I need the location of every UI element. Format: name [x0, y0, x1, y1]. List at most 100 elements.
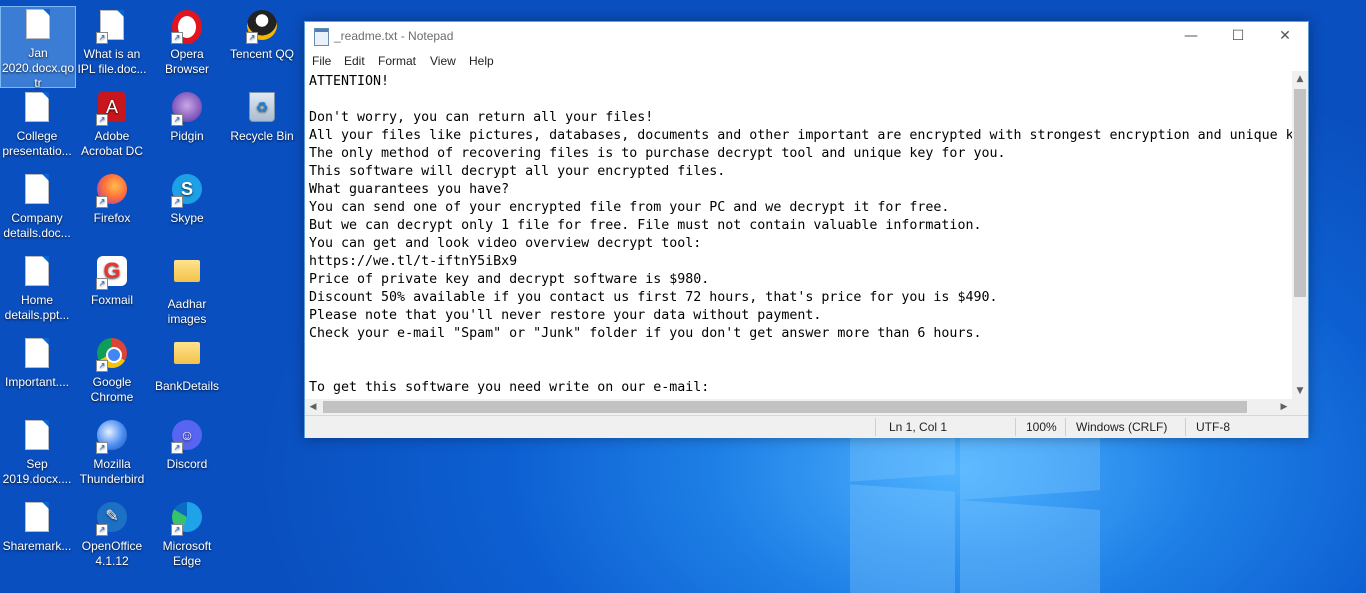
- desktop-icon-label: Microsoft Edge: [162, 539, 212, 568]
- desktop-icon-college-presentation[interactable]: College presentatio...: [0, 90, 74, 170]
- desktop-icon-discord[interactable]: ☺ ↗ Discord: [150, 418, 224, 498]
- shortcut-arrow-icon: ↗: [171, 524, 183, 536]
- scroll-left-arrow-icon[interactable]: ◀: [305, 399, 321, 415]
- shortcut-arrow-icon: ↗: [171, 442, 183, 454]
- line-ending: Windows (CRLF): [1076, 420, 1168, 434]
- desktop-icon-sharemark[interactable]: Sharemark...: [0, 500, 74, 580]
- document-icon: [26, 9, 50, 39]
- desktop-icon-recycle-bin[interactable]: ♻ Recycle Bin: [225, 90, 299, 170]
- desktop-icon-foxmail[interactable]: G ↗ Foxmail: [75, 254, 149, 334]
- desktop-icon-label: Google Chrome: [90, 375, 134, 404]
- desktop-icon-label: Discord: [166, 457, 208, 471]
- status-divider: [1015, 418, 1016, 436]
- vertical-scroll-thumb[interactable]: [1294, 89, 1306, 297]
- desktop-icon-sep-2019[interactable]: Sep 2019.docx....: [0, 418, 74, 498]
- notepad-window[interactable]: _readme.txt - Notepad — ☐ ✕ File Edit Fo…: [304, 21, 1309, 438]
- desktop-icon-mozilla-thunderbird[interactable]: ↗ Mozilla Thunderbird: [75, 418, 149, 498]
- desktop-icon-label: Opera Browser: [164, 47, 209, 76]
- desktop-icon-label: Recycle Bin: [230, 129, 294, 143]
- cursor-position: Ln 1, Col 1: [889, 420, 948, 434]
- close-button[interactable]: ✕: [1262, 22, 1308, 51]
- menu-edit[interactable]: Edit: [344, 54, 365, 68]
- horizontal-scrollbar[interactable]: ◀ ▶: [305, 399, 1292, 415]
- shortcut-arrow-icon: ↗: [96, 524, 108, 536]
- desktop-icon-label: Mozilla Thunderbird: [79, 457, 145, 486]
- desktop-icon-label: Jan 2020.docx.qo tr: [1, 46, 75, 90]
- desktop-icon-important[interactable]: Important....: [0, 336, 74, 416]
- desktop-icon-pidgin[interactable]: ↗ Pidgin: [150, 90, 224, 170]
- desktop-icon-label: Foxmail: [90, 293, 133, 307]
- document-text[interactable]: ATTENTION! Don't worry, you can return a…: [305, 71, 1292, 397]
- windows-logo-pane-bottom-left: [850, 484, 955, 593]
- desktop-icon-openoffice[interactable]: ✎ ↗ OpenOffice 4.1.12: [75, 500, 149, 580]
- desktop-icon-label: Adobe Acrobat DC: [80, 129, 144, 158]
- horizontal-scroll-thumb[interactable]: [323, 401, 1247, 413]
- desktop-icon-label: OpenOffice 4.1.12: [81, 539, 143, 568]
- desktop-icon-tencent-qq[interactable]: ↗ Tencent QQ: [225, 8, 299, 88]
- desktop-icon-label: Tencent QQ: [229, 47, 295, 61]
- document-icon: [25, 502, 49, 532]
- desktop-icon-label: Skype: [170, 211, 204, 225]
- desktop-icon-label: College presentatio...: [2, 129, 72, 158]
- shortcut-arrow-icon: ↗: [171, 32, 183, 44]
- document-icon: [25, 92, 49, 122]
- minimize-button[interactable]: —: [1168, 22, 1214, 51]
- desktop-icon-jan-2020[interactable]: Jan 2020.docx.qo tr: [0, 6, 76, 90]
- zoom-level: 100%: [1026, 420, 1057, 434]
- shortcut-arrow-icon: ↗: [171, 114, 183, 126]
- shortcut-arrow-icon: ↗: [96, 114, 108, 126]
- document-icon: [25, 420, 49, 450]
- window-title: _readme.txt - Notepad: [334, 29, 454, 43]
- menu-help[interactable]: Help: [469, 54, 494, 68]
- recycle-bin-icon: ♻: [249, 92, 275, 122]
- folder-icon: [174, 260, 200, 282]
- desktop-icon-google-chrome[interactable]: ↗ Google Chrome: [75, 336, 149, 416]
- folder-icon: [174, 342, 200, 364]
- document-icon: [25, 338, 49, 368]
- desktop-icon-firefox[interactable]: ↗ Firefox: [75, 172, 149, 252]
- desktop-icon-label: BankDetails: [154, 379, 220, 393]
- desktop-icon-label: Sharemark...: [2, 539, 72, 553]
- desktop-icon-label: Sep 2019.docx....: [2, 457, 72, 486]
- shortcut-arrow-icon: ↗: [96, 442, 108, 454]
- maximize-button[interactable]: ☐: [1215, 22, 1261, 51]
- shortcut-arrow-icon: ↗: [171, 196, 183, 208]
- shortcut-arrow-icon: ↗: [96, 278, 108, 290]
- desktop-icon-adobe-acrobat[interactable]: A ↗ Adobe Acrobat DC: [75, 90, 149, 170]
- desktop-icon-label: Important....: [4, 375, 70, 389]
- menu-file[interactable]: File: [312, 54, 331, 68]
- shortcut-arrow-icon: ↗: [246, 32, 258, 44]
- menu-view[interactable]: View: [430, 54, 456, 68]
- title-bar[interactable]: _readme.txt - Notepad — ☐ ✕: [305, 22, 1308, 51]
- status-divider: [1065, 418, 1066, 436]
- document-icon: [25, 174, 49, 204]
- desktop-icon-microsoft-edge[interactable]: ↗ Microsoft Edge: [150, 500, 224, 580]
- status-divider: [1185, 418, 1186, 436]
- scroll-down-arrow-icon[interactable]: ▼: [1292, 383, 1308, 399]
- scrollbar-corner: [1292, 399, 1308, 415]
- desktop-icon-label: Aadhar images: [167, 297, 207, 326]
- text-editor[interactable]: ATTENTION! Don't worry, you can return a…: [305, 71, 1292, 399]
- desktop-icon-what-is-an-ipl-file[interactable]: ↗ What is an IPL file.doc...: [75, 8, 149, 88]
- desktop-icon-label: Company details.doc...: [3, 211, 71, 240]
- desktop-icon-company-details[interactable]: Company details.doc...: [0, 172, 74, 252]
- shortcut-arrow-icon: ↗: [96, 360, 108, 372]
- menu-format[interactable]: Format: [378, 54, 416, 68]
- desktop-icon-skype[interactable]: S ↗ Skype: [150, 172, 224, 252]
- desktop-icon-label: Firefox: [93, 211, 131, 225]
- desktop-icon-bankdetails[interactable]: BankDetails: [150, 336, 224, 416]
- shortcut-arrow-icon: ↗: [96, 196, 108, 208]
- vertical-scrollbar[interactable]: ▲ ▼: [1292, 71, 1308, 399]
- desktop-icon-aadhar-images[interactable]: Aadhar images: [150, 254, 224, 334]
- scroll-up-arrow-icon[interactable]: ▲: [1292, 71, 1308, 87]
- desktop-icon-opera-browser[interactable]: ↗ Opera Browser: [150, 8, 224, 88]
- desktop-icon-home-details[interactable]: Home details.ppt...: [0, 254, 74, 334]
- notepad-icon: [314, 28, 329, 46]
- encoding: UTF-8: [1196, 420, 1230, 434]
- desktop-icon-label: Home details.ppt...: [4, 293, 70, 322]
- desktop-icon-label: Pidgin: [170, 129, 204, 143]
- document-icon: [25, 256, 49, 286]
- status-bar: Ln 1, Col 1 100% Windows (CRLF) UTF-8: [305, 415, 1308, 438]
- scroll-right-arrow-icon[interactable]: ▶: [1276, 399, 1292, 415]
- desktop-icon-label: What is an IPL file.doc...: [77, 47, 147, 76]
